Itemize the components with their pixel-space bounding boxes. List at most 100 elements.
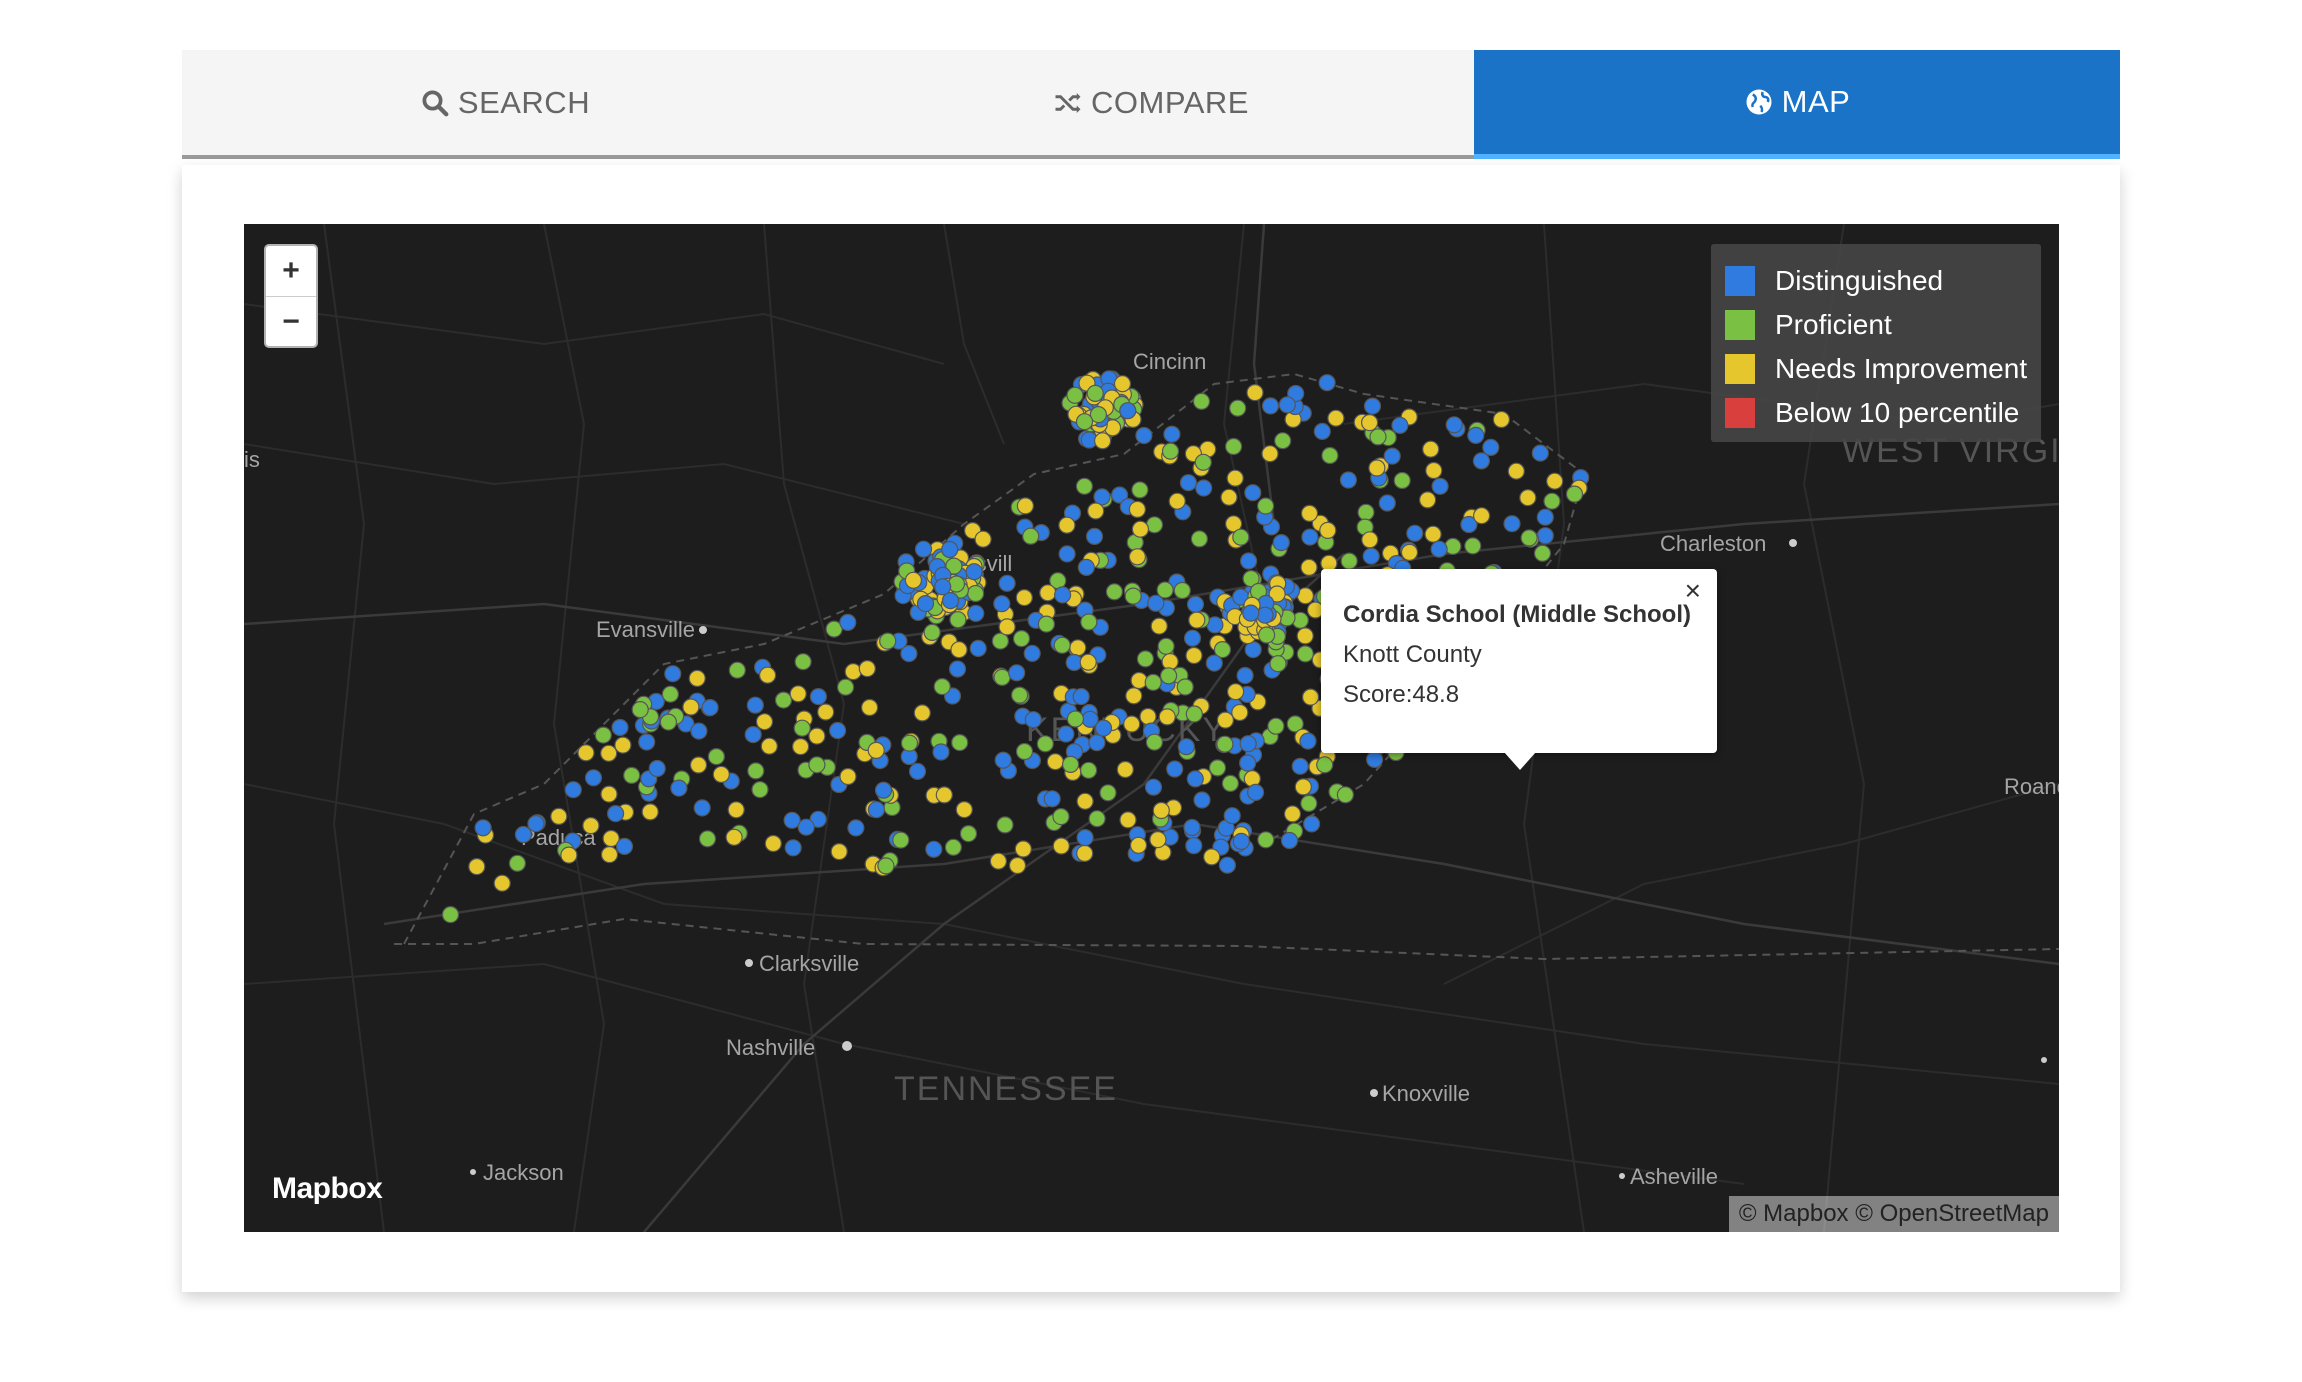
school-marker[interactable] <box>774 691 793 709</box>
school-marker[interactable] <box>1267 717 1285 735</box>
school-marker[interactable] <box>1507 462 1525 480</box>
school-marker[interactable] <box>1218 856 1237 874</box>
school-marker[interactable] <box>1195 479 1213 497</box>
school-marker[interactable] <box>1205 654 1223 672</box>
school-marker[interactable] <box>661 685 679 703</box>
school-marker[interactable] <box>1131 520 1150 538</box>
school-marker[interactable] <box>1037 615 1056 633</box>
school-marker[interactable] <box>638 733 656 751</box>
school-marker[interactable] <box>1302 815 1321 833</box>
school-marker[interactable] <box>1257 831 1275 849</box>
school-marker[interactable] <box>839 613 857 631</box>
school-marker[interactable] <box>1124 587 1142 605</box>
school-marker[interactable] <box>950 641 968 659</box>
school-marker[interactable] <box>1053 586 1072 604</box>
school-marker[interactable] <box>1296 627 1314 645</box>
school-marker[interactable] <box>808 727 826 745</box>
school-marker[interactable] <box>527 815 545 833</box>
school-marker[interactable] <box>1183 818 1201 837</box>
school-marker[interactable] <box>892 831 910 849</box>
school-marker[interactable] <box>1145 733 1164 751</box>
school-marker[interactable] <box>908 762 927 781</box>
school-marker[interactable] <box>1363 397 1382 415</box>
school-marker[interactable] <box>1318 374 1336 392</box>
school-marker[interactable] <box>670 779 688 797</box>
school-marker[interactable] <box>1125 687 1143 705</box>
school-marker[interactable] <box>1077 558 1095 576</box>
school-marker[interactable] <box>1536 527 1554 545</box>
school-marker[interactable] <box>514 825 532 844</box>
school-marker[interactable] <box>1216 735 1234 753</box>
school-marker[interactable] <box>1256 606 1274 624</box>
school-marker[interactable] <box>1269 655 1287 673</box>
school-marker[interactable] <box>682 698 700 716</box>
school-marker[interactable] <box>1099 784 1117 802</box>
school-marker[interactable] <box>1177 738 1195 756</box>
school-marker[interactable] <box>914 540 933 558</box>
school-marker[interactable] <box>1203 848 1221 866</box>
school-marker[interactable] <box>1246 783 1265 802</box>
school-marker[interactable] <box>701 699 719 717</box>
school-marker[interactable] <box>1015 742 1034 761</box>
tab-search[interactable]: SEARCH <box>182 50 828 155</box>
school-marker[interactable] <box>974 530 992 548</box>
school-marker[interactable] <box>1072 688 1090 706</box>
school-marker[interactable] <box>967 604 985 622</box>
school-marker[interactable] <box>1061 755 1080 774</box>
school-marker[interactable] <box>493 874 511 892</box>
school-marker[interactable] <box>1313 422 1331 440</box>
school-marker[interactable] <box>858 660 876 678</box>
tab-compare[interactable]: COMPARE <box>828 50 1474 155</box>
school-marker[interactable] <box>993 595 1011 613</box>
school-marker[interactable] <box>1130 671 1148 690</box>
school-marker[interactable] <box>1087 502 1105 520</box>
school-marker[interactable] <box>1069 639 1087 657</box>
school-marker[interactable] <box>1161 442 1180 460</box>
school-marker[interactable] <box>955 800 973 819</box>
tab-map[interactable]: MAP <box>1474 50 2120 159</box>
school-marker[interactable] <box>1022 527 1040 545</box>
school-marker[interactable] <box>933 678 951 696</box>
school-marker[interactable] <box>1159 667 1178 685</box>
school-marker[interactable] <box>1360 414 1379 432</box>
school-marker[interactable] <box>1236 666 1254 685</box>
school-marker[interactable] <box>611 718 629 737</box>
school-marker[interactable] <box>1039 584 1057 602</box>
school-marker[interactable] <box>951 733 969 752</box>
school-marker[interactable] <box>1173 581 1191 600</box>
school-marker[interactable] <box>751 780 769 799</box>
school-marker[interactable] <box>1239 552 1258 570</box>
school-marker[interactable] <box>1224 437 1243 456</box>
school-marker[interactable] <box>1336 786 1355 804</box>
school-marker[interactable] <box>1075 477 1094 495</box>
school-marker[interactable] <box>1176 678 1194 696</box>
school-marker[interactable] <box>1378 494 1396 512</box>
school-marker[interactable] <box>1144 778 1163 796</box>
school-marker[interactable] <box>1321 446 1339 465</box>
school-marker[interactable] <box>1139 707 1157 726</box>
school-marker[interactable] <box>1119 402 1137 420</box>
school-marker[interactable] <box>1369 428 1387 446</box>
school-marker[interactable] <box>659 713 677 731</box>
school-marker[interactable] <box>1131 481 1149 499</box>
school-marker[interactable] <box>1016 497 1035 515</box>
school-marker[interactable] <box>664 665 682 683</box>
school-marker[interactable] <box>1536 508 1554 526</box>
school-marker[interactable] <box>1301 688 1320 706</box>
school-marker[interactable] <box>1244 484 1262 502</box>
school-marker[interactable] <box>959 824 978 843</box>
school-marker[interactable] <box>1533 544 1552 562</box>
school-marker[interactable] <box>1193 791 1211 809</box>
school-marker[interactable] <box>1472 507 1491 525</box>
school-marker[interactable] <box>1152 801 1170 820</box>
school-marker[interactable] <box>1424 525 1442 543</box>
zoom-out-button[interactable]: − <box>266 297 316 346</box>
school-marker[interactable] <box>1274 432 1292 450</box>
school-marker[interactable] <box>1157 637 1175 655</box>
school-marker[interactable] <box>1278 396 1296 414</box>
school-marker[interactable] <box>1261 445 1279 463</box>
school-marker[interactable] <box>1066 386 1084 404</box>
school-marker[interactable] <box>746 696 764 714</box>
school-marker[interactable] <box>1058 516 1076 534</box>
school-marker[interactable] <box>1425 461 1443 480</box>
